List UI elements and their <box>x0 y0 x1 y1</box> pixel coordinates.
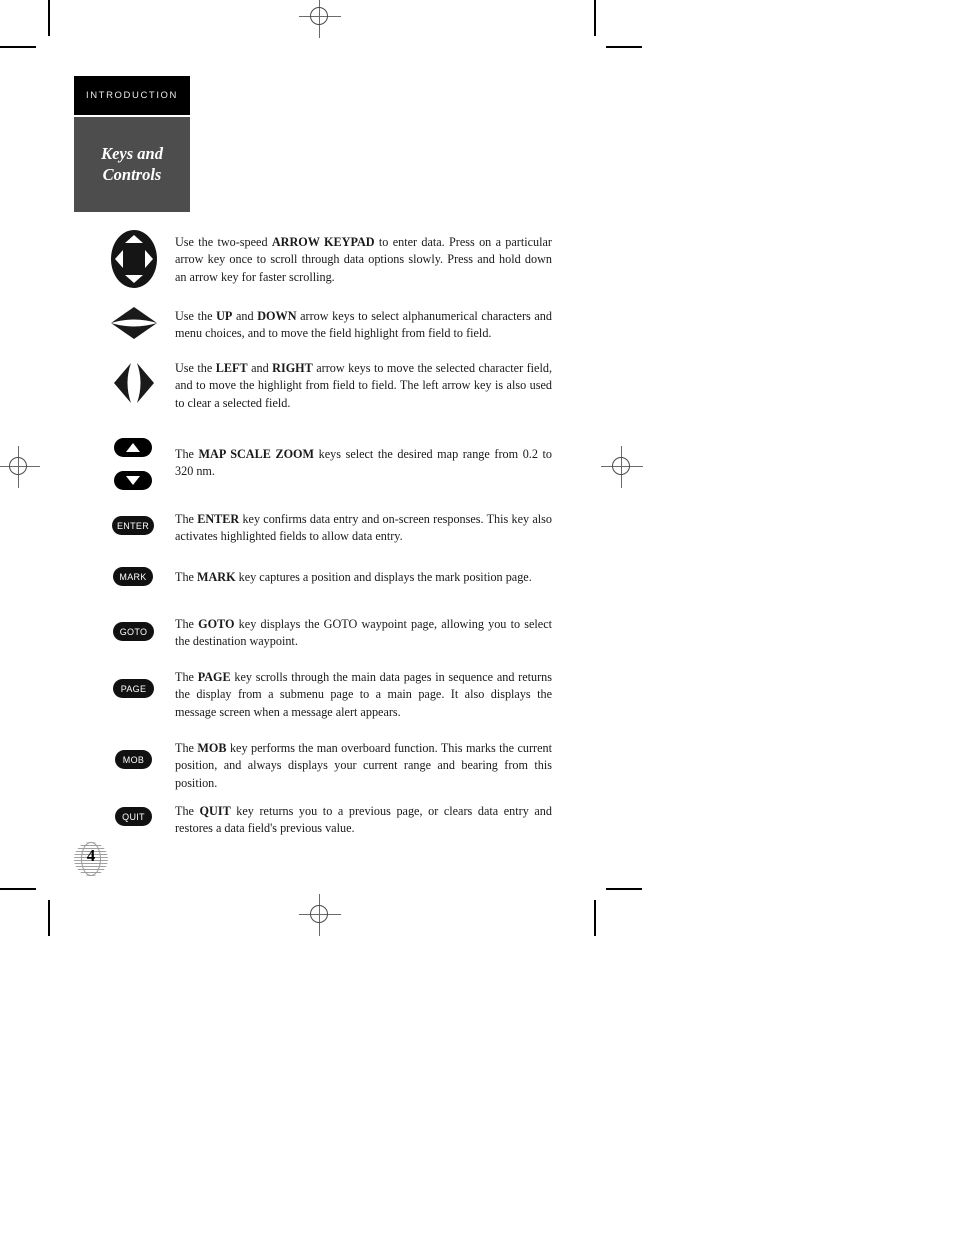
left-right-arrow-icon <box>110 361 158 410</box>
page-number-label: 4 <box>86 846 96 865</box>
entry-text-quit: The QUIT key returns you to a previous p… <box>175 804 552 836</box>
mark-key-icon[interactable]: MARK <box>113 567 153 586</box>
mob-key-label: MOB <box>122 754 145 765</box>
entry-text-left-right: Use the LEFT and RIGHT arrow keys to mov… <box>175 361 552 410</box>
up-down-arrow-icon <box>110 303 158 348</box>
section-title: Keys and Controls <box>101 144 163 186</box>
enter-key-icon[interactable]: ENTER <box>112 516 154 535</box>
registration-mark-icon <box>601 446 643 488</box>
enter-key-label: ENTER <box>117 520 150 531</box>
entry-text-arrow-keypad: Use the two-speed ARROW KEYPAD to enter … <box>175 235 552 284</box>
chapter-tab-label: INTRODUCTION <box>85 90 179 101</box>
down-arrow-glyph <box>111 323 157 339</box>
quit-key-label: QUIT <box>122 811 145 822</box>
right-arrow-glyph <box>137 363 154 403</box>
section-title-box: Keys and Controls <box>74 117 190 212</box>
registration-mark-icon <box>299 894 341 936</box>
crop-mark-icon <box>48 900 50 936</box>
chapter-tab: INTRODUCTION <box>74 76 190 115</box>
crop-mark-icon <box>594 900 596 936</box>
entry-text-goto: The GOTO key displays the GOTO waypoint … <box>175 617 552 649</box>
crop-mark-icon <box>0 888 36 890</box>
zoom-out-key-icon[interactable] <box>114 471 152 490</box>
entry-text-up-down: Use the UP and DOWN arrow keys to select… <box>175 309 552 341</box>
page-key-label: PAGE <box>120 683 147 694</box>
keypad-up-arrow-icon <box>125 235 143 243</box>
goto-key-label: GOTO <box>119 626 148 637</box>
up-arrow-glyph <box>111 307 157 323</box>
goto-key-icon[interactable]: GOTO <box>113 622 154 641</box>
registration-mark-icon <box>0 446 40 488</box>
left-arrow-glyph <box>114 363 131 403</box>
quit-key-icon[interactable]: QUIT <box>115 807 152 826</box>
map-scale-zoom-icon <box>114 438 152 457</box>
crop-mark-icon <box>606 46 642 48</box>
page-key-icon[interactable]: PAGE <box>113 679 154 698</box>
up-down-arrow-svg <box>111 307 157 339</box>
entry-text-enter: The ENTER key confirms data entry and on… <box>175 512 552 544</box>
keypad-down-arrow-icon <box>125 275 143 283</box>
section-title-line1: Keys and <box>101 143 163 163</box>
zoom-in-key-icon[interactable] <box>114 438 152 457</box>
map-scale-zoom-out-icon <box>114 471 152 490</box>
zoom-in-arrow-icon <box>126 443 140 452</box>
section-title-line2: Controls <box>102 164 162 184</box>
mob-key-icon[interactable]: MOB <box>115 750 152 769</box>
crop-mark-icon <box>0 46 36 48</box>
crop-mark-icon <box>48 0 50 36</box>
entry-text-map-scale-zoom: The MAP SCALE ZOOM keys select the desir… <box>175 447 552 479</box>
entry-text-page: The PAGE key scrolls through the main da… <box>175 670 552 719</box>
crop-mark-icon <box>606 888 642 890</box>
keypad-left-arrow-icon <box>115 250 123 268</box>
keypad-right-arrow-icon <box>145 250 153 268</box>
left-right-arrow-svg <box>114 363 154 403</box>
mark-key-label: MARK <box>119 571 147 582</box>
crop-mark-icon <box>594 0 596 36</box>
arrow-keypad-icon <box>111 230 157 288</box>
entry-text-mark: The MARK key captures a position and dis… <box>175 570 532 584</box>
zoom-out-arrow-icon <box>126 476 140 485</box>
entry-text-mob: The MOB key performs the man overboard f… <box>175 741 552 790</box>
registration-mark-icon <box>299 0 341 38</box>
page-number-badge: 4 <box>74 842 108 876</box>
